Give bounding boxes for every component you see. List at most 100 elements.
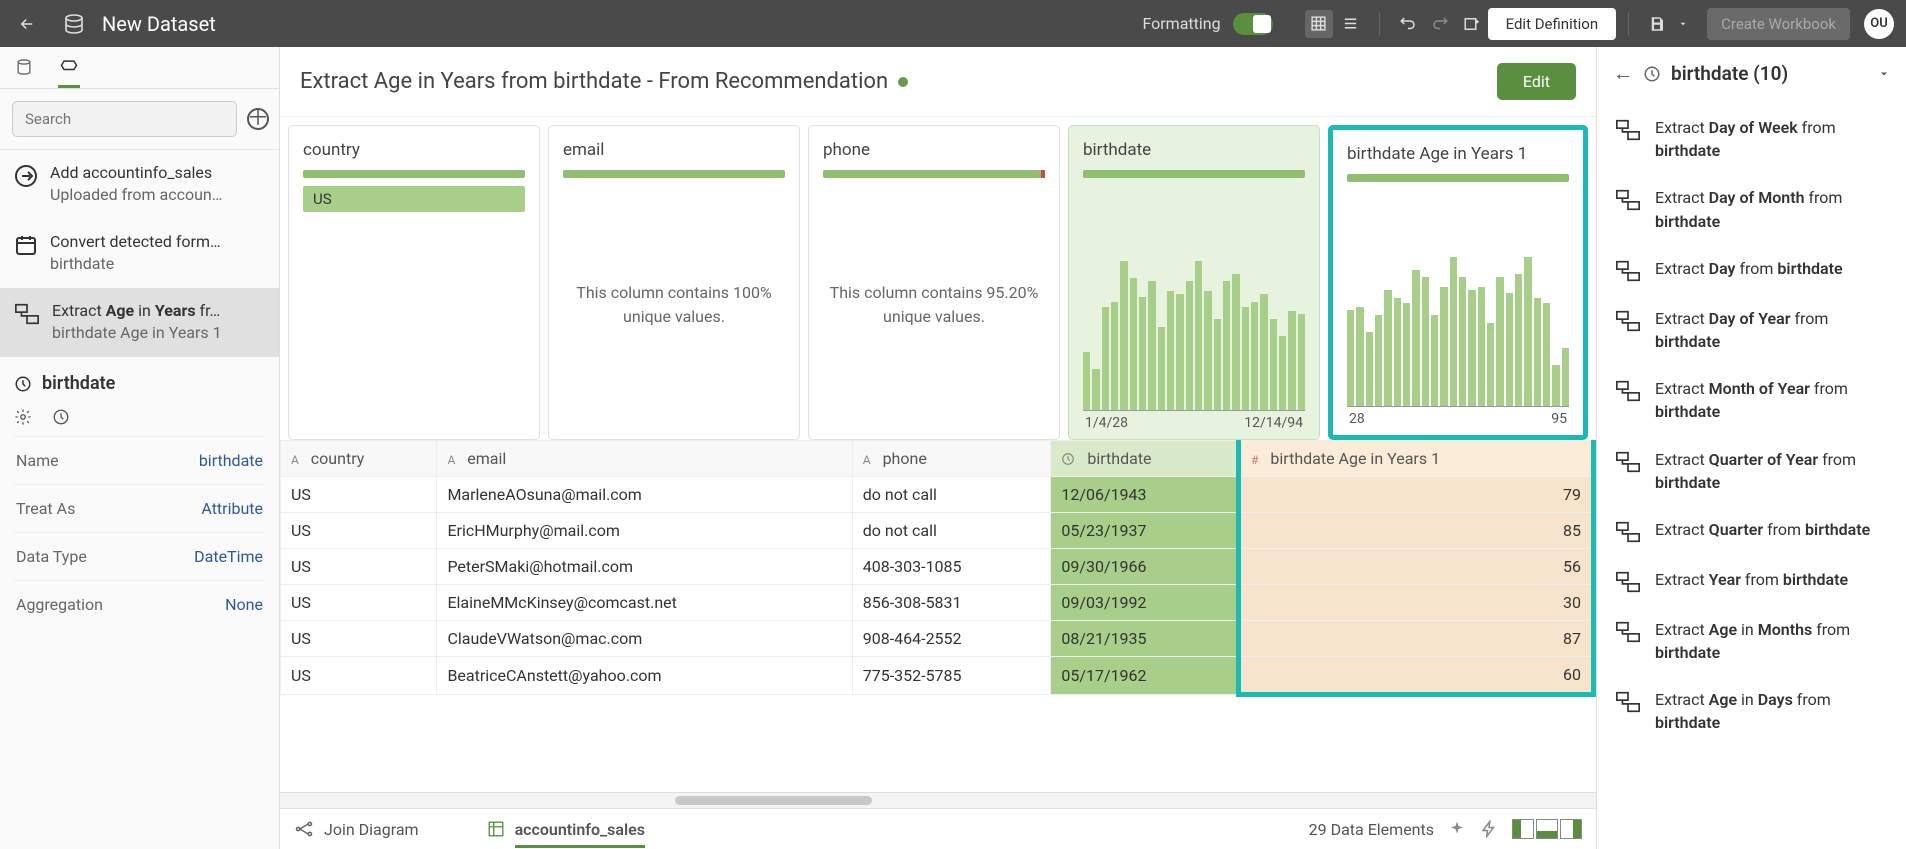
recommendation-item[interactable]: Extract Year from birthdate — [1613, 556, 1890, 606]
database-icon — [62, 12, 86, 36]
cell-phone: do not call — [852, 477, 1051, 513]
recommendation-text: Extract Quarter of Year from birthdate — [1655, 448, 1888, 494]
edit-step-button[interactable]: Edit — [1497, 63, 1576, 100]
search-input[interactable] — [12, 101, 237, 137]
cell-birthdate: 09/03/1992 — [1051, 585, 1239, 621]
tab-steps[interactable] — [58, 57, 80, 88]
add-step-plus-button[interactable]: ＋ — [247, 108, 269, 130]
layout-left-button[interactable] — [1512, 819, 1534, 839]
extract-icon — [1615, 259, 1641, 283]
column-card-title: birthdate Age in Years 1 — [1347, 144, 1569, 164]
cell-age: 56 — [1239, 549, 1594, 585]
view-grid-button[interactable] — [1305, 10, 1333, 38]
property-title-text: birthdate — [42, 373, 115, 394]
save-dropdown-button[interactable] — [1669, 10, 1697, 38]
recommendation-item[interactable]: Extract Age in Months from birthdate — [1613, 606, 1890, 676]
undo-button[interactable] — [1394, 10, 1422, 38]
cell-phone: 908-464-2552 — [852, 621, 1051, 657]
column-header[interactable]: A phone — [852, 441, 1051, 477]
cell-country: US — [281, 549, 437, 585]
ai-hint-icon[interactable] — [1448, 820, 1466, 838]
property-row[interactable]: AggregationNone — [14, 580, 265, 628]
table-row[interactable]: USClaudeVWatson@mac.com908-464-255208/21… — [281, 621, 1594, 657]
quality-bar — [1347, 174, 1569, 182]
recommendation-item[interactable]: Extract Quarter from birthdate — [1613, 506, 1890, 556]
horizontal-scrollbar[interactable] — [280, 792, 1596, 808]
cell-country: US — [281, 657, 437, 695]
recommendations-back-button[interactable]: ← — [1613, 61, 1633, 86]
column-card[interactable]: emailThis column contains 100% unique va… — [548, 125, 800, 440]
recommendation-item[interactable]: Extract Age in Days from birthdate — [1613, 676, 1890, 746]
step-line2: Uploaded from accoun… — [50, 184, 222, 206]
recommendation-text: Extract Age in Months from birthdate — [1655, 618, 1888, 664]
recommendation-item[interactable]: Extract Quarter of Year from birthdate — [1613, 436, 1890, 506]
join-diagram-label: Join Diagram — [324, 820, 419, 839]
cell-country: US — [281, 477, 437, 513]
property-row[interactable]: Data TypeDateTime — [14, 532, 265, 580]
cell-country: US — [281, 513, 437, 549]
recommendations-collapse-button[interactable] — [1878, 68, 1890, 80]
extract-icon — [1615, 520, 1641, 544]
step-item[interactable]: Extract Age in Years fr…birthdate Age in… — [0, 288, 279, 357]
property-panel-title: birthdate — [14, 365, 265, 402]
formatting-toggle[interactable] — [1233, 13, 1273, 35]
property-value: Attribute — [201, 499, 263, 518]
step-line1: Add accountinfo_sales — [50, 162, 222, 184]
edit-definition-button[interactable]: Edit Definition — [1488, 8, 1617, 40]
join-diagram-button[interactable]: Join Diagram — [294, 819, 419, 839]
property-row[interactable]: Treat AsAttribute — [14, 484, 265, 532]
redo-button[interactable] — [1426, 10, 1454, 38]
performance-icon[interactable] — [1480, 820, 1498, 838]
table-row[interactable]: USBeatriceCAnstett@yahoo.com775-352-5785… — [281, 657, 1594, 695]
histogram-chart — [1083, 261, 1305, 411]
view-list-button[interactable] — [1337, 10, 1365, 38]
column-card[interactable]: countryUS — [288, 125, 540, 440]
column-header[interactable]: A country — [281, 441, 437, 477]
recommendation-item[interactable]: Extract Day from birthdate — [1613, 245, 1890, 295]
table-tab[interactable]: accountinfo_sales — [487, 820, 645, 838]
table-row[interactable]: USEricHMurphy@mail.comdo not call05/23/1… — [281, 513, 1594, 549]
column-header[interactable]: A email — [437, 441, 852, 477]
tab-database[interactable] — [14, 57, 34, 88]
column-header[interactable]: # birthdate Age in Years 1 — [1239, 441, 1594, 477]
step-item[interactable]: Convert detected form…birthdate — [0, 219, 279, 288]
layout-bottom-button[interactable] — [1536, 819, 1558, 839]
page-title: New Dataset — [102, 12, 1142, 36]
recommendation-item[interactable]: Extract Month of Year from birthdate — [1613, 365, 1890, 435]
recommendations-title: birthdate (10) — [1671, 62, 1788, 85]
step-icon — [14, 302, 40, 326]
axis-max: 95 — [1551, 411, 1567, 427]
property-tab-general[interactable] — [14, 408, 32, 426]
recommendation-item[interactable]: Extract Day of Year from birthdate — [1613, 295, 1890, 365]
formatting-label: Formatting — [1142, 14, 1220, 33]
cell-birthdate: 05/23/1937 — [1051, 513, 1239, 549]
column-card[interactable]: birthdate1/4/2812/14/94 — [1068, 125, 1320, 440]
layout-buttons — [1512, 819, 1582, 839]
step-item[interactable]: Add accountinfo_salesUploaded from accou… — [0, 150, 279, 219]
recommendation-item[interactable]: Extract Day of Month from birthdate — [1613, 174, 1890, 244]
type-icon: A — [447, 453, 455, 467]
recommendation-item[interactable]: Extract Day of Week from birthdate — [1613, 104, 1890, 174]
clock-icon — [14, 375, 32, 393]
table-row[interactable]: USMarleneAOsuna@mail.comdo not call12/06… — [281, 477, 1594, 513]
property-row[interactable]: Namebirthdate — [14, 436, 265, 484]
column-card[interactable]: phoneThis column contains 95.20% unique … — [808, 125, 1060, 440]
table-row[interactable]: USPeterSMaki@hotmail.com408-303-108509/3… — [281, 549, 1594, 585]
recommendation-text: Extract Day of Year from birthdate — [1655, 307, 1888, 353]
user-avatar[interactable]: OU — [1864, 9, 1894, 39]
recommendation-text: Extract Year from birthdate — [1655, 568, 1848, 591]
extract-icon — [1615, 450, 1641, 474]
extract-icon — [1615, 690, 1641, 714]
layout-right-button[interactable] — [1560, 819, 1582, 839]
main-content: Extract Age in Years from birthdate - Fr… — [280, 47, 1596, 849]
recommendation-text: Extract Day from birthdate — [1655, 257, 1843, 280]
type-icon: # — [1251, 453, 1258, 467]
column-card[interactable]: birthdate Age in Years 12895 — [1328, 125, 1588, 440]
property-tab-time[interactable] — [52, 408, 70, 426]
column-header[interactable]: birthdate — [1051, 441, 1239, 477]
save-button[interactable] — [1643, 10, 1671, 38]
add-step-button[interactable] — [1458, 10, 1486, 38]
back-button[interactable] — [12, 9, 42, 39]
topbar: New Dataset Formatting Edit Definition C… — [0, 0, 1906, 47]
table-row[interactable]: USElaineMMcKinsey@comcast.net856-308-583… — [281, 585, 1594, 621]
